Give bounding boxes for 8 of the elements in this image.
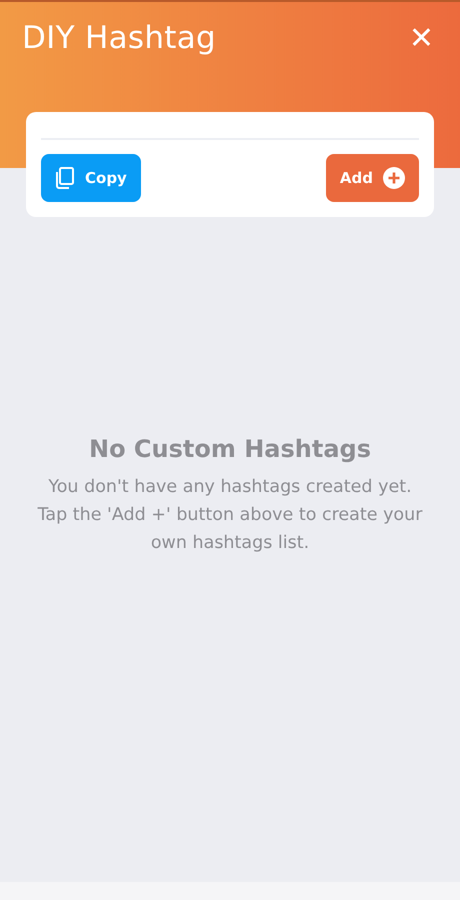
add-button[interactable]: Add: [326, 154, 419, 202]
empty-title: No Custom Hashtags: [88, 435, 372, 463]
plus-circle-icon: [383, 167, 405, 189]
page-title: DIY Hashtag: [22, 20, 216, 56]
copy-icon: [55, 167, 75, 189]
copy-button[interactable]: Copy: [41, 154, 141, 202]
close-button[interactable]: ✕: [408, 20, 434, 56]
empty-message: You don't have any hashtags created yet. Tap the 'Add +' button above to create your own hashtags list.: [36, 476, 424, 555]
